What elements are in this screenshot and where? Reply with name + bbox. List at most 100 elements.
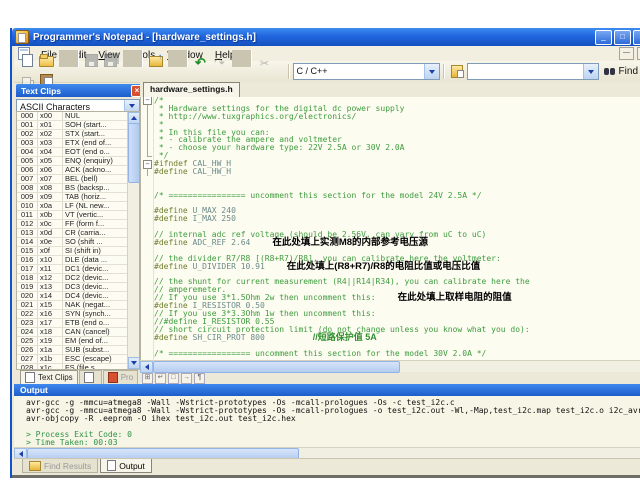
editor-option-icon[interactable]: ↵: [155, 373, 166, 384]
scheme-combobox[interactable]: C / C++: [293, 63, 440, 80]
fold-marker[interactable]: [141, 271, 154, 279]
fold-marker[interactable]: [141, 342, 154, 350]
redo-icon[interactable]: [210, 55, 229, 72]
fold-marker[interactable]: [141, 278, 154, 286]
list-item[interactable]: 011x0bVT (vertic...: [17, 211, 128, 220]
fold-marker[interactable]: [141, 231, 154, 239]
editor-option-icon[interactable]: →: [181, 373, 192, 384]
scroll-down-icon[interactable]: [128, 357, 140, 369]
list-item[interactable]: 008x08BS (backsp...: [17, 184, 128, 193]
fold-marker[interactable]: [141, 263, 154, 271]
editor-option-icon[interactable]: ⊞: [142, 373, 153, 384]
minimize-button[interactable]: _: [595, 30, 612, 45]
fold-marker[interactable]: [141, 121, 154, 129]
list-item[interactable]: 010x0aLF (NL new...: [17, 202, 128, 211]
fold-marker[interactable]: [141, 207, 154, 215]
fold-marker[interactable]: [141, 184, 154, 192]
output-tab[interactable]: Find Results: [22, 459, 98, 473]
fold-marker[interactable]: [141, 200, 154, 208]
find-bar-icon[interactable]: [448, 63, 467, 80]
scrollbar-thumb[interactable]: [128, 123, 140, 183]
list-item[interactable]: 021x15NAK (negat...: [17, 301, 128, 310]
fold-marker[interactable]: [141, 247, 154, 255]
list-item[interactable]: 002x02STX (start...: [17, 130, 128, 139]
fold-marker[interactable]: [141, 215, 154, 223]
save-icon[interactable]: [82, 52, 101, 69]
list-item[interactable]: 017x11DC1 (devic...: [17, 265, 128, 274]
chevron-down-icon[interactable]: [424, 64, 439, 79]
fold-marker[interactable]: [141, 144, 154, 152]
find-button[interactable]: Find: [599, 65, 640, 78]
fold-marker[interactable]: [141, 192, 154, 200]
fold-marker[interactable]: [141, 113, 154, 121]
list-item[interactable]: 016x10DLE (data ...: [17, 256, 128, 265]
fold-marker[interactable]: [141, 176, 154, 184]
fold-marker[interactable]: [141, 255, 154, 263]
list-item[interactable]: 000x00NUL: [17, 112, 128, 121]
docking-tab[interactable]: Pro: [103, 370, 138, 385]
search-combobox[interactable]: [467, 63, 599, 80]
fold-marker[interactable]: [141, 350, 154, 358]
fold-marker[interactable]: [141, 223, 154, 231]
list-item[interactable]: 020x14DC4 (devic...: [17, 292, 128, 301]
output-tab[interactable]: Output: [100, 459, 152, 473]
fold-marker[interactable]: [141, 334, 154, 342]
list-item[interactable]: 001x01SOH (start...: [17, 121, 128, 130]
output-console[interactable]: avr-gcc -g -mmcu=atmega8 -Wall -Wstrict-…: [14, 396, 640, 450]
editor-tab[interactable]: hardware_settings.h: [143, 82, 240, 97]
list-item[interactable]: 024x18CAN (cancel): [17, 328, 128, 337]
list-item[interactable]: 007x07BEL (bell): [17, 175, 128, 184]
list-item[interactable]: 005x05ENQ (enquiry): [17, 157, 128, 166]
mdi-minimize-button[interactable]: —: [619, 47, 634, 60]
window-titlebar[interactable]: Programmer's Notepad - [hardware_setting…: [12, 28, 640, 46]
fold-marker[interactable]: [141, 310, 154, 318]
chevron-down-icon[interactable]: [583, 64, 598, 79]
list-item[interactable]: 014x0eSO (shift ...: [17, 238, 128, 247]
list-item[interactable]: 006x06ACK (ackno...: [17, 166, 128, 175]
fold-marker[interactable]: [141, 160, 154, 168]
sep3[interactable]: [168, 50, 188, 67]
new-file-icon[interactable]: [18, 52, 37, 69]
list-item[interactable]: 019x13DC3 (devic...: [17, 283, 128, 292]
fold-marker[interactable]: [141, 318, 154, 326]
fold-marker[interactable]: [141, 239, 154, 247]
textclips-panel-header[interactable]: Text Clips ×: [16, 84, 145, 97]
list-item[interactable]: 004x04EOT (end o...: [17, 148, 128, 157]
list-item[interactable]: 003x03ETX (end of...: [17, 139, 128, 148]
fold-marker[interactable]: [141, 136, 154, 144]
sep4[interactable]: [232, 50, 252, 67]
fold-marker[interactable]: [141, 105, 154, 113]
fold-marker[interactable]: [141, 168, 154, 176]
clip-list-scrollbar[interactable]: [127, 112, 139, 369]
fold-marker[interactable]: [141, 294, 154, 302]
fold-marker[interactable]: [141, 302, 154, 310]
editor-option-icon[interactable]: □: [168, 373, 179, 384]
fold-marker[interactable]: [141, 97, 154, 105]
undo-icon[interactable]: [191, 55, 210, 72]
list-item[interactable]: 018x12DC2 (devic...: [17, 274, 128, 283]
maximize-button[interactable]: □: [614, 30, 631, 45]
list-item[interactable]: 022x16SYN (synch...: [17, 310, 128, 319]
fold-marker[interactable]: [141, 286, 154, 294]
editor-option-icon[interactable]: ¶: [194, 373, 205, 384]
sep2[interactable]: [123, 50, 143, 67]
list-item[interactable]: 026x1aSUB (subst...: [17, 346, 128, 355]
list-item[interactable]: 013x0dCR (carria...: [17, 229, 128, 238]
docking-tab[interactable]: [79, 370, 102, 385]
open-folder-icon[interactable]: [37, 52, 56, 69]
editor-hscrollbar[interactable]: [140, 360, 640, 372]
list-item[interactable]: 027x1bESC (escape): [17, 355, 128, 364]
output-panel-header[interactable]: Output: [14, 384, 640, 396]
save-all-icon[interactable]: [101, 52, 120, 69]
fold-marker[interactable]: [141, 326, 154, 334]
cut-icon[interactable]: [255, 55, 274, 72]
list-item[interactable]: 025x19EM (end of...: [17, 337, 128, 346]
fold-marker[interactable]: [141, 129, 154, 137]
folder-export-icon[interactable]: [146, 52, 165, 69]
docking-tab[interactable]: Text Clips: [20, 370, 78, 385]
list-item[interactable]: 012x0cFF (form f...: [17, 220, 128, 229]
sep1[interactable]: [59, 50, 79, 67]
list-item[interactable]: 009x09TAB (horiz...: [17, 193, 128, 202]
ascii-clip-list[interactable]: 000x00NUL001x01SOH (start...002x02STX (s…: [16, 111, 140, 370]
code-editor[interactable]: /* * Hardware settings for the digital d…: [140, 97, 640, 360]
